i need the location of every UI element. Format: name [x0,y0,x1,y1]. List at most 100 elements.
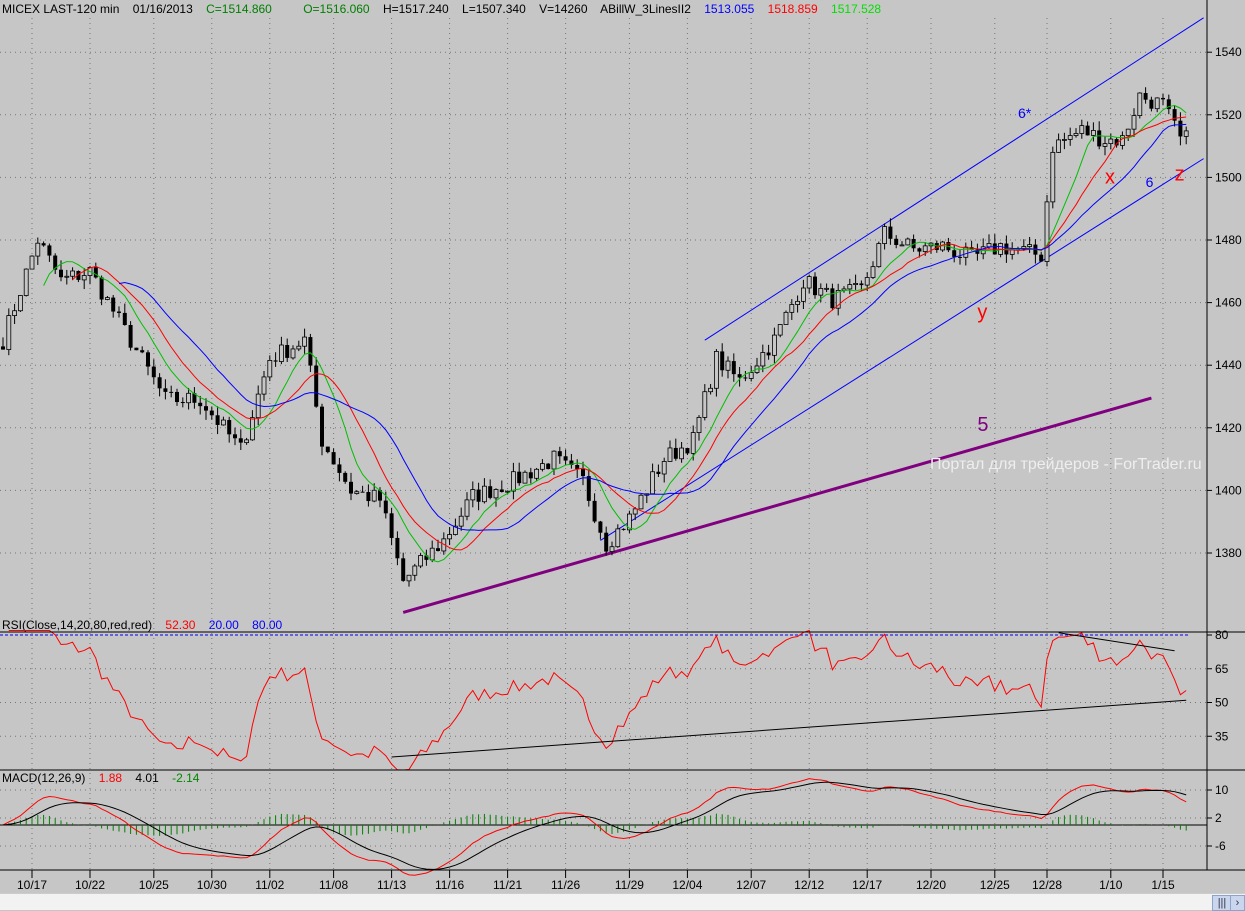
moving-averages [43,104,1187,563]
trendline-5 [402,396,1152,614]
candle-body [748,372,754,379]
candle-body [278,344,284,362]
date-tick-label: 12/07 [736,878,766,892]
candle-body [656,471,661,474]
candle-body [864,277,870,286]
candle-body [824,287,829,290]
candle-body [1125,128,1131,137]
candle-body [1108,138,1114,145]
candle-body [899,244,905,247]
candle-body [464,499,470,517]
candle-body [1062,139,1067,141]
candle-body [371,489,377,502]
date-tick-label: 1/10 [1099,878,1123,892]
candle-body [510,471,516,492]
candle-body [151,366,156,378]
candle-body [6,315,12,350]
date-tick-label: 1/15 [1151,878,1175,892]
candle-body [273,360,278,362]
candle-body [209,410,214,416]
candle-body [12,310,18,316]
candle-body [314,365,319,407]
candle-body [64,275,70,278]
price-tick-label: 1500 [1215,170,1242,184]
candle-body [731,361,736,375]
candle-body [783,311,789,325]
candle-body [801,287,806,302]
date-tick-label: 11/29 [615,878,644,892]
candle-body [23,268,29,296]
candle-body [436,548,440,551]
candle-body [99,277,104,300]
candle-body [638,494,644,510]
candle-body [1120,135,1125,146]
candle-body [690,432,696,454]
candle-body [117,311,121,313]
candle-body [1183,130,1189,137]
candle-body [958,256,962,258]
candle-body [220,419,226,426]
candle-body [522,471,528,484]
date-tick-label: 10/30 [197,878,227,892]
candle-body [134,347,139,351]
candle-body [1044,201,1050,262]
price-chart[interactable]: 6*65xyz 13801400142014401460148015001520… [0,0,1245,893]
candle-body [952,250,957,257]
wave-label: 6* [1018,105,1032,121]
candle-body [175,391,179,403]
candle-body [853,283,858,285]
date-tick-label: 12/12 [794,878,824,892]
price-tick-label: 1440 [1215,358,1242,372]
candle-body [795,300,800,305]
candle-body [922,245,928,252]
candle-body [789,304,795,313]
date-tick-label: 11/13 [377,878,406,892]
candle-body [296,345,302,350]
candle-body [714,351,719,389]
candle-body [146,352,150,367]
date-tick-label: 10/17 [17,878,47,892]
candle-body [1154,97,1160,110]
rsi-tick-label: 50 [1215,696,1229,710]
rsi-tick-label: 35 [1215,729,1229,743]
candle-body [488,486,493,498]
candle-body [598,521,603,533]
horizontal-scrollbar[interactable]: ||| › [0,893,1245,911]
trendlines: 6* 6 5 x y z [402,17,1204,614]
rsi-tick-label: 80 [1215,628,1229,642]
candle-body [621,528,626,530]
candle-body [540,463,545,470]
candle-body [604,532,609,552]
macd-tick-label: -6 [1215,839,1226,853]
candle-body [481,485,487,503]
candle-body [122,312,127,325]
candle-body [389,513,394,538]
candle-body [261,376,267,395]
wave-label: y [977,301,987,323]
candle-body [1178,120,1183,137]
candle-body [661,461,667,475]
date-tick-label: 11/08 [319,878,348,892]
candle-body [354,491,360,494]
candle-body [882,226,887,244]
candle-body [917,248,922,252]
candles [1,87,1189,587]
candle-body [406,574,412,582]
candle-body [772,334,777,356]
candle-body [169,391,174,393]
date-tick-label: 12/20 [916,878,946,892]
candle-body [777,324,783,336]
candle-body [609,546,615,552]
candle-body [163,388,168,392]
candle-body [586,476,591,501]
trendline-6* [704,17,1204,341]
candle-body [157,377,162,389]
candle-body [233,434,237,439]
candle-body [818,288,824,296]
candle-body [615,528,621,548]
candle-body [830,288,835,309]
candle-body [1039,254,1044,262]
candle-body [551,450,557,470]
candle-body [17,295,23,312]
date-tick-label: 10/25 [139,878,169,892]
